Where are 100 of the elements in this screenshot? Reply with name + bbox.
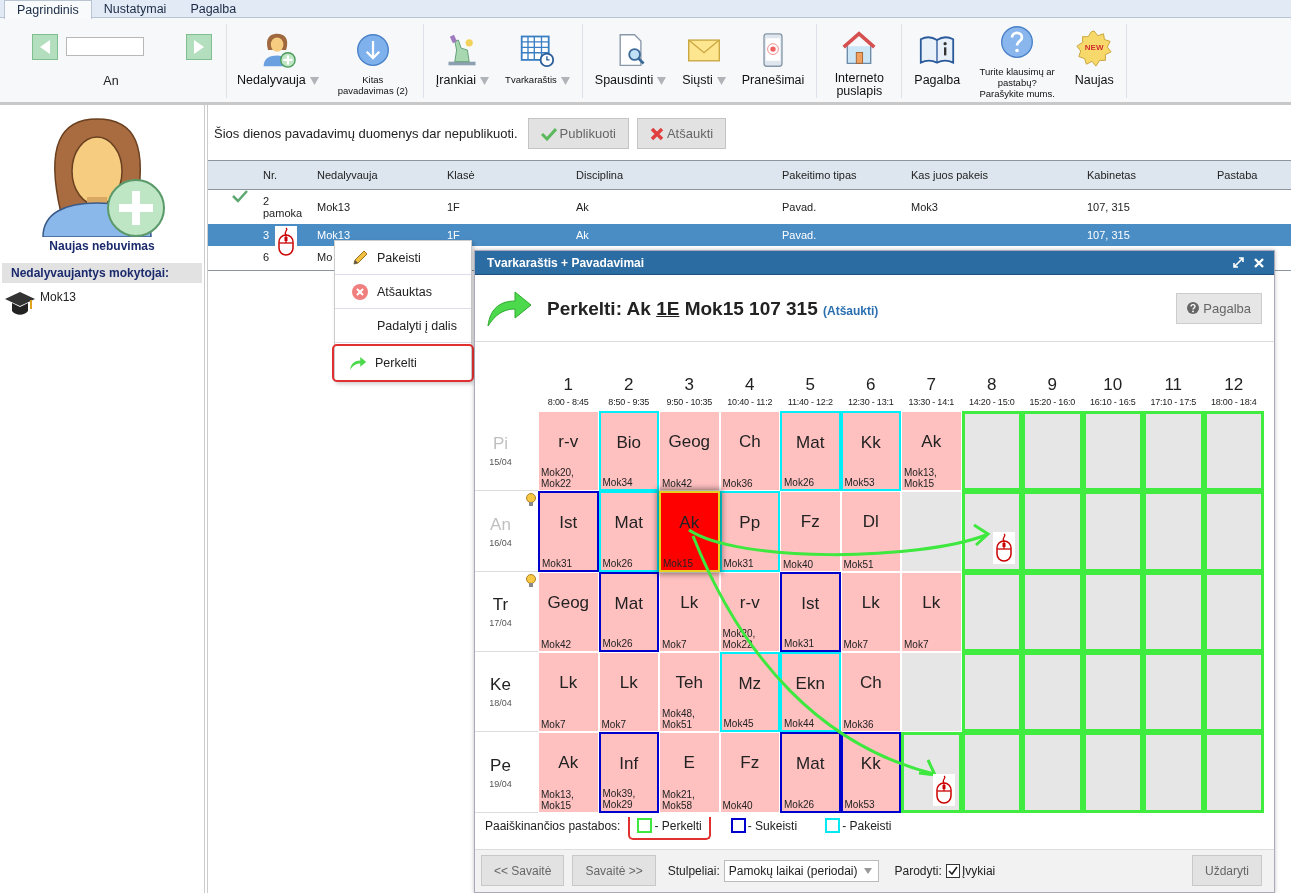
menu-item[interactable]: Atšauktas (335, 275, 471, 309)
subject-label: Mz (737, 674, 763, 695)
help-icon (999, 24, 1036, 60)
lesson-cell[interactable]: Bio Mok34 (598, 410, 659, 492)
menu-tab[interactable]: Nustatymai (91, 0, 179, 17)
lesson-cell[interactable]: Ch Mok36 (840, 652, 901, 733)
toolbar-button[interactable]: Nedalyvauja (237, 74, 306, 87)
publish-button[interactable]: Publikuoti (527, 118, 629, 149)
lesson-cell[interactable]: Mat Mok26 (780, 732, 841, 813)
lesson-cell[interactable]: E Mok21, Mok58 (659, 732, 720, 813)
lesson-cell[interactable]: Fz Mok40 (780, 491, 841, 572)
lesson-cell[interactable]: Inf Mok39, Mok29 (598, 732, 659, 813)
lesson-cell[interactable]: Mat Mok26 (598, 491, 659, 572)
menu-tab[interactable]: Pagalba (178, 0, 249, 17)
lesson-cell[interactable]: Ak Mok15 (659, 491, 720, 572)
column-header[interactable]: Kas juos pakeis (911, 169, 1087, 181)
close-icon[interactable] (1254, 257, 1264, 268)
menu-item[interactable]: Perkelti (333, 345, 473, 381)
cancel-link[interactable]: (Atšaukti) (823, 304, 879, 319)
lesson-cell[interactable]: Ist Mok31 (538, 491, 599, 572)
column-header[interactable]: Disciplina (576, 169, 782, 181)
period-number: 9 (1047, 374, 1057, 395)
toolbar-button[interactable]: Įrankiai (435, 74, 477, 87)
toolbar-button[interactable]: Naujas (1074, 74, 1114, 87)
lesson-cell[interactable]: Fz Mok40 (719, 732, 780, 813)
teacher-item[interactable]: Mok13 (40, 290, 77, 304)
previous-week-button[interactable]: << Savaitė (481, 855, 565, 887)
table-row[interactable]: 2 pamoka Mok13 1F Ak Pavad. Mok3 107, 315 (208, 190, 1291, 224)
next-week-button[interactable]: Savaitė >> (572, 855, 656, 887)
toolbar-button[interactable]: Turite klausimų ar pastabų? Parašykite mums. (976, 66, 1059, 99)
toolbar-button[interactable]: Interneto puslapis (829, 72, 890, 98)
help-button[interactable]: Pagalba (1176, 292, 1262, 324)
subject-label: Ist (800, 593, 821, 614)
day-date: 17/04 (489, 617, 512, 628)
lesson-cell[interactable]: Ekn Mok44 (780, 652, 841, 733)
lesson-cell[interactable]: Kk Mok53 (840, 732, 901, 813)
lesson-cell[interactable]: Geog Mok42 (659, 410, 720, 492)
lesson-cell[interactable]: Ak Mok13, Mok15 (538, 732, 599, 813)
column-header[interactable]: Kabinetas (1087, 169, 1217, 181)
legend-text: - Pakeisti (842, 818, 892, 833)
column-header[interactable]: Pakeitimo tipas (782, 169, 911, 181)
menu-tab[interactable]: Pagrindinis (4, 0, 92, 19)
teacher-label: Mok20, Mok22 (541, 467, 575, 490)
toolbar-button[interactable]: Tvarkaraštis (505, 74, 557, 85)
lesson-cell[interactable]: Lk Mok7 (901, 571, 962, 653)
lesson-cell[interactable]: Kk Mok53 (840, 410, 901, 492)
column-header[interactable]: Klasė (447, 169, 576, 181)
date-field[interactable] (66, 37, 144, 56)
caret-icon[interactable] (480, 77, 490, 85)
lesson-cell[interactable]: Geog Mok42 (538, 571, 599, 653)
expand-icon[interactable] (1233, 257, 1244, 269)
caret-icon[interactable] (309, 77, 319, 85)
table-row[interactable]: 3 Mok13 1F Ak Pavad. 107, 315 (208, 224, 1291, 246)
checkbox-label[interactable]: Įvykiai (961, 863, 996, 878)
lesson-cell[interactable]: Ak Mok13, Mok15 (901, 410, 962, 492)
previous-button[interactable] (32, 34, 58, 60)
lesson-cell[interactable]: Lk Mok7 (840, 571, 901, 653)
column-header[interactable]: Pastaba (1217, 169, 1291, 181)
lesson-cell[interactable]: Ist Mok31 (780, 571, 841, 653)
new-absence-label[interactable]: Naujas nebuvimas (0, 239, 204, 253)
subject-label: Mat (613, 593, 644, 614)
toolbar-button[interactable]: Pranešimai (741, 74, 805, 87)
teacher-label: Mok7 (541, 719, 567, 731)
teacher-label: Mok36 (843, 719, 875, 731)
caret-icon[interactable] (716, 77, 726, 85)
menu-item[interactable]: Pakeisti (335, 241, 471, 275)
lesson-cell[interactable]: Mz Mok45 (719, 652, 780, 733)
lesson-cell[interactable]: Dl Mok51 (840, 491, 901, 572)
day-name: Ke (490, 675, 511, 696)
lesson-cell[interactable]: Ch Mok36 (719, 410, 780, 492)
teacher-label: Mok40 (722, 799, 754, 811)
toolbar-button[interactable]: Siųsti (682, 74, 713, 87)
lesson-cell[interactable]: Mat Mok26 (780, 410, 841, 492)
lesson-cell[interactable]: Mat Mok26 (598, 571, 659, 653)
cancel-button[interactable]: Atšaukti (636, 118, 727, 149)
column-header[interactable]: Nr. (263, 169, 317, 181)
lesson-cell[interactable]: Pp Mok31 (719, 491, 780, 572)
events-checkbox[interactable] (945, 863, 960, 878)
menu-item[interactable]: Padalyti į dalis (335, 309, 471, 343)
toolbar-button[interactable]: Kitas pavadavimas (2) (334, 74, 411, 96)
add-person-icon[interactable] (39, 115, 165, 237)
lesson-cell[interactable]: Lk Mok7 (598, 652, 659, 733)
period-number: 7 (926, 374, 936, 395)
column-header[interactable]: Nedalyvauja (317, 169, 447, 181)
caret-icon[interactable] (560, 77, 570, 85)
lesson-cell[interactable]: Lk Mok7 (659, 571, 720, 653)
lesson-cell[interactable]: Lk Mok7 (538, 652, 599, 733)
table-cell: Mok13 (317, 201, 351, 213)
toolbar-button[interactable]: Spausdinti (594, 74, 654, 87)
columns-select[interactable]: Pamokų laikai (periodai) (723, 859, 879, 882)
table-cell: Mo (317, 251, 333, 263)
period-time: 13:30 - 14:1 (908, 395, 955, 409)
lesson-cell[interactable]: r-v Mok20, Mok22 (538, 410, 599, 492)
period-number: 5 (805, 374, 815, 395)
right-arrow-icon (194, 40, 204, 54)
lesson-cell[interactable]: Teh Mok48, Mok51 (659, 652, 720, 733)
toolbar-button[interactable]: Pagalba (914, 74, 961, 87)
close-button[interactable]: Uždaryti (1192, 855, 1262, 887)
next-button[interactable] (186, 34, 212, 60)
caret-icon[interactable] (657, 77, 667, 85)
